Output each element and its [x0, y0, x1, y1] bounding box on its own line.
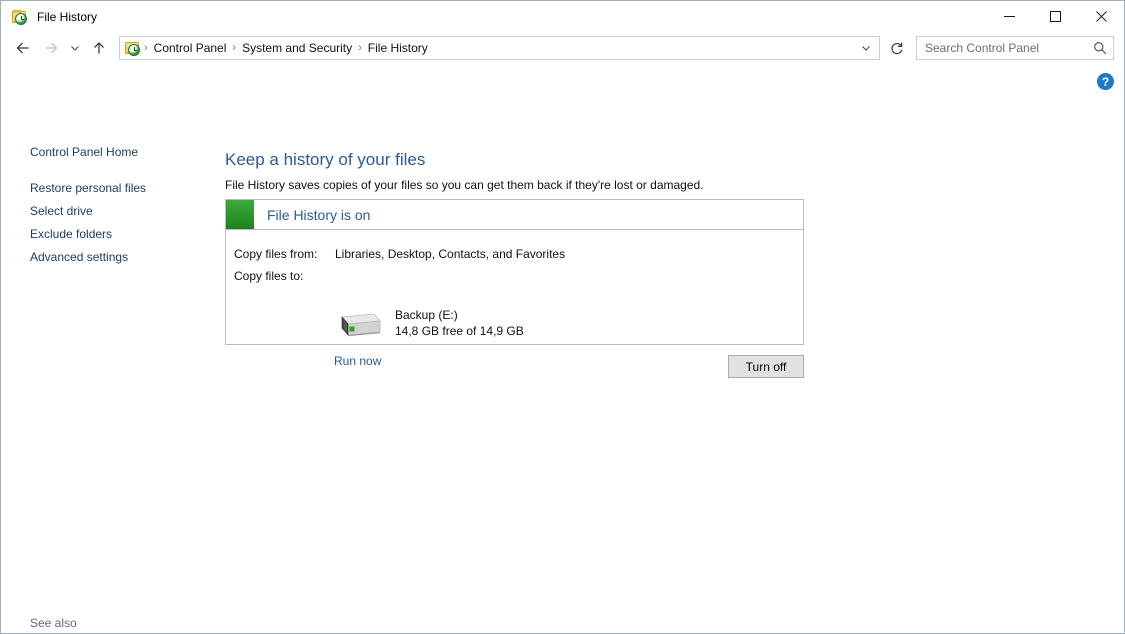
main-pane: Keep a history of your files File Histor… [225, 64, 1124, 633]
page-subtitle: File History saves copies of your files … [225, 178, 704, 192]
status-panel-header: File History is on [226, 200, 803, 230]
page-title: Keep a history of your files [225, 150, 426, 169]
file-history-icon [12, 9, 28, 25]
window-title: File History [37, 9, 98, 24]
drive-name: Backup (E:) [395, 308, 458, 322]
close-icon[interactable] [1078, 1, 1124, 32]
breadcrumb-chevron-down-icon[interactable] [857, 37, 875, 59]
external-drive-icon [330, 310, 382, 346]
status-text: File History is on [267, 206, 371, 223]
content-area: ? Control Panel Home Restore personal fi… [1, 64, 1124, 633]
search-icon[interactable] [1091, 39, 1109, 57]
status-panel: File History is on Copy files from: Libr… [225, 199, 804, 368]
copy-files-from-label: Copy files from: [234, 247, 318, 261]
status-panel-body: Copy files from: Libraries, Desktop, Con… [226, 230, 803, 368]
title-bar: File History [1, 1, 1124, 32]
up-arrow-icon[interactable] [85, 34, 113, 62]
drive-free-space: 14,8 GB free of 14,9 GB [395, 324, 524, 338]
status-indicator [226, 200, 254, 229]
turn-off-button[interactable]: Turn off [728, 355, 804, 378]
window-controls [986, 1, 1124, 32]
forward-arrow-icon [37, 34, 65, 62]
recent-pages-chevron-down-icon[interactable] [65, 34, 85, 62]
breadcrumb-item-file-history[interactable]: File History [363, 39, 433, 57]
sidebar-item-select-drive[interactable]: Select drive [30, 204, 93, 218]
copy-files-from-value: Libraries, Desktop, Contacts, and Favori… [335, 247, 566, 261]
file-history-icon [125, 40, 141, 56]
sidebar-item-advanced-settings[interactable]: Advanced settings [30, 250, 128, 264]
search-input[interactable] [925, 41, 1091, 55]
address-bar: › Control Panel › System and Security › … [1, 32, 1124, 64]
file-history-window: File History › Control Panel › System an… [0, 0, 1125, 634]
sidebar: Control Panel Home Restore personal file… [1, 64, 225, 633]
run-now-link[interactable]: Run now [334, 354, 381, 368]
maximize-icon[interactable] [1032, 1, 1078, 32]
breadcrumb[interactable]: › Control Panel › System and Security › … [119, 36, 880, 60]
breadcrumb-item-control-panel[interactable]: Control Panel [149, 39, 232, 57]
refresh-icon[interactable] [886, 36, 908, 60]
copy-files-to-label: Copy files to: [234, 269, 304, 283]
search-box[interactable] [916, 36, 1114, 60]
sidebar-item-exclude-folders[interactable]: Exclude folders [30, 227, 112, 241]
sidebar-item-restore-personal-files[interactable]: Restore personal files [30, 181, 146, 195]
sidebar-item-control-panel-home[interactable]: Control Panel Home [30, 145, 138, 159]
breadcrumb-item-system-and-security[interactable]: System and Security [237, 39, 357, 57]
back-arrow-icon[interactable] [9, 34, 37, 62]
minimize-icon[interactable] [986, 1, 1032, 32]
see-also-label: See also [30, 616, 77, 630]
